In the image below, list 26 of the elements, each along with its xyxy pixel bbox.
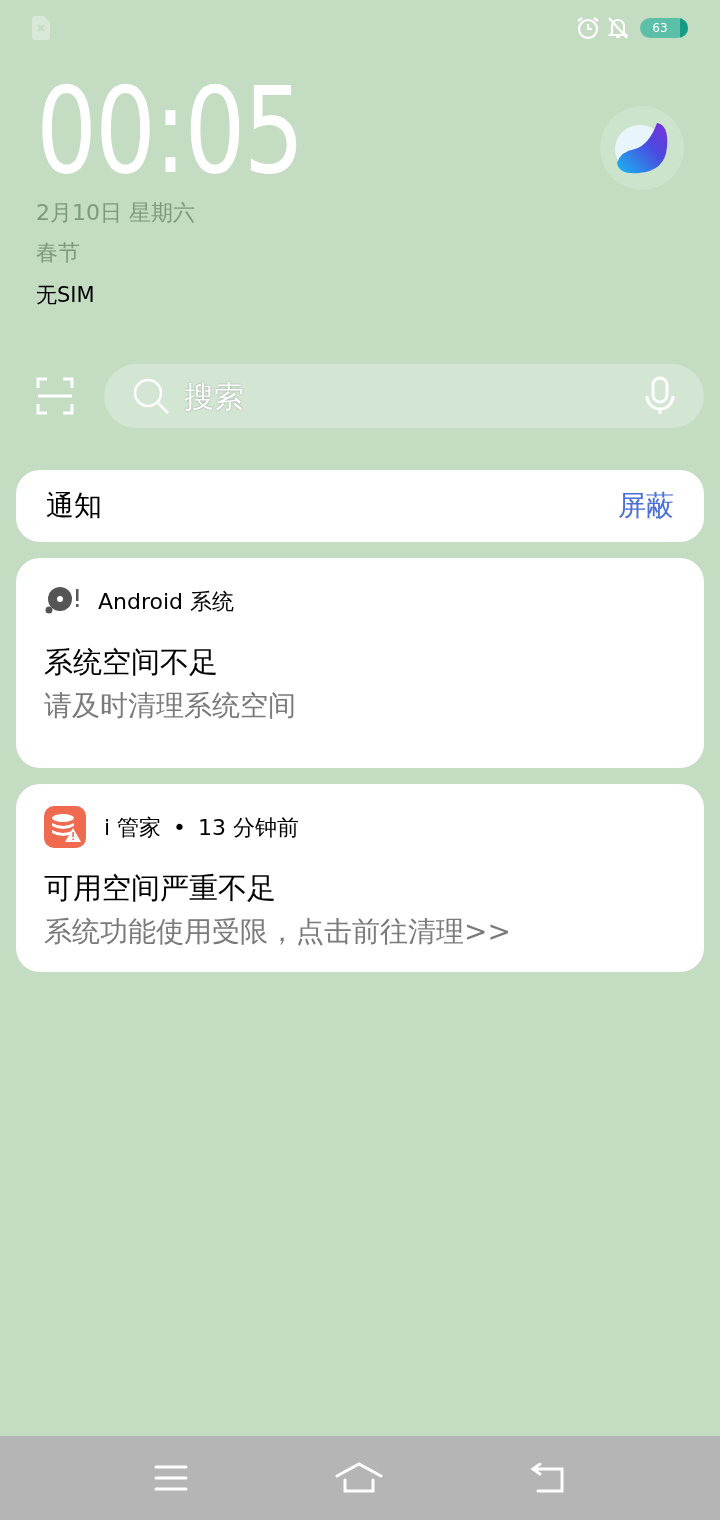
back-icon[interactable] [530, 1463, 567, 1493]
microphone-icon[interactable] [644, 376, 676, 416]
search-icon [132, 377, 170, 415]
scan-icon[interactable] [36, 377, 74, 415]
notification-time: 13 分钟前 [198, 813, 300, 842]
clock-time: 00:05 [36, 62, 303, 200]
menu-icon[interactable] [153, 1465, 188, 1491]
app-name: i 管家 [104, 813, 162, 842]
header-title: 通知 [46, 488, 102, 524]
notification-body: 请及时清理系统空间 [44, 688, 297, 724]
notification-card[interactable]: i 管家 • 13 分钟前 可用空间严重不足 系统功能使用受限，点击前往清理>> [16, 784, 704, 972]
block-button[interactable]: 屏蔽 [618, 485, 674, 527]
date-text: 2月10日 星期六 [36, 199, 196, 227]
notification-title: 系统空间不足 [44, 644, 219, 681]
notification-title: 可用空间严重不足 [44, 870, 277, 907]
alarm-icon [576, 16, 600, 40]
sim-status-text: 无SIM [36, 282, 96, 309]
separator-dot: • [173, 813, 187, 842]
battery-indicator: 63 [640, 18, 688, 38]
notification-card[interactable]: Android 系统 系统空间不足 请及时清理系统空间 [16, 558, 704, 768]
bell-off-icon [606, 16, 630, 40]
notification-body: 系统功能使用受限，点击前往清理>> [44, 914, 512, 950]
app-name: Android 系统 [98, 587, 235, 616]
home-icon[interactable] [335, 1462, 383, 1494]
holiday-text: 春节 [36, 239, 81, 267]
database-warning-icon [44, 806, 86, 848]
